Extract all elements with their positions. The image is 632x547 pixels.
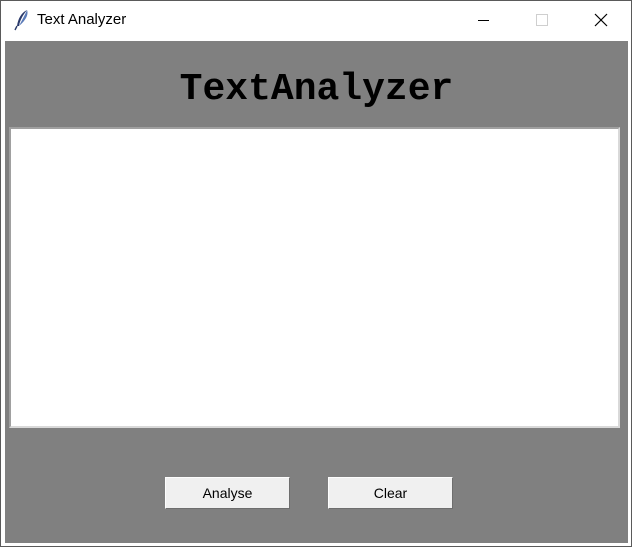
close-icon xyxy=(594,13,608,27)
maximize-button[interactable] xyxy=(513,1,571,39)
minimize-icon xyxy=(478,20,489,21)
app-heading: TextAnalyzer xyxy=(179,68,454,111)
feather-icon xyxy=(13,9,31,31)
app-window: Text Analyzer TextAnalyzer Analyse Clear xyxy=(0,0,632,547)
text-input-area[interactable] xyxy=(9,127,620,428)
minimize-button[interactable] xyxy=(455,1,513,39)
maximize-icon xyxy=(536,14,548,26)
close-button[interactable] xyxy=(572,1,630,39)
clear-button[interactable]: Clear xyxy=(328,477,453,509)
window-title: Text Analyzer xyxy=(37,11,127,28)
title-bar[interactable]: Text Analyzer xyxy=(1,1,631,39)
analyse-button[interactable]: Analyse xyxy=(165,477,290,509)
main-panel: TextAnalyzer Analyse Clear xyxy=(5,41,628,543)
